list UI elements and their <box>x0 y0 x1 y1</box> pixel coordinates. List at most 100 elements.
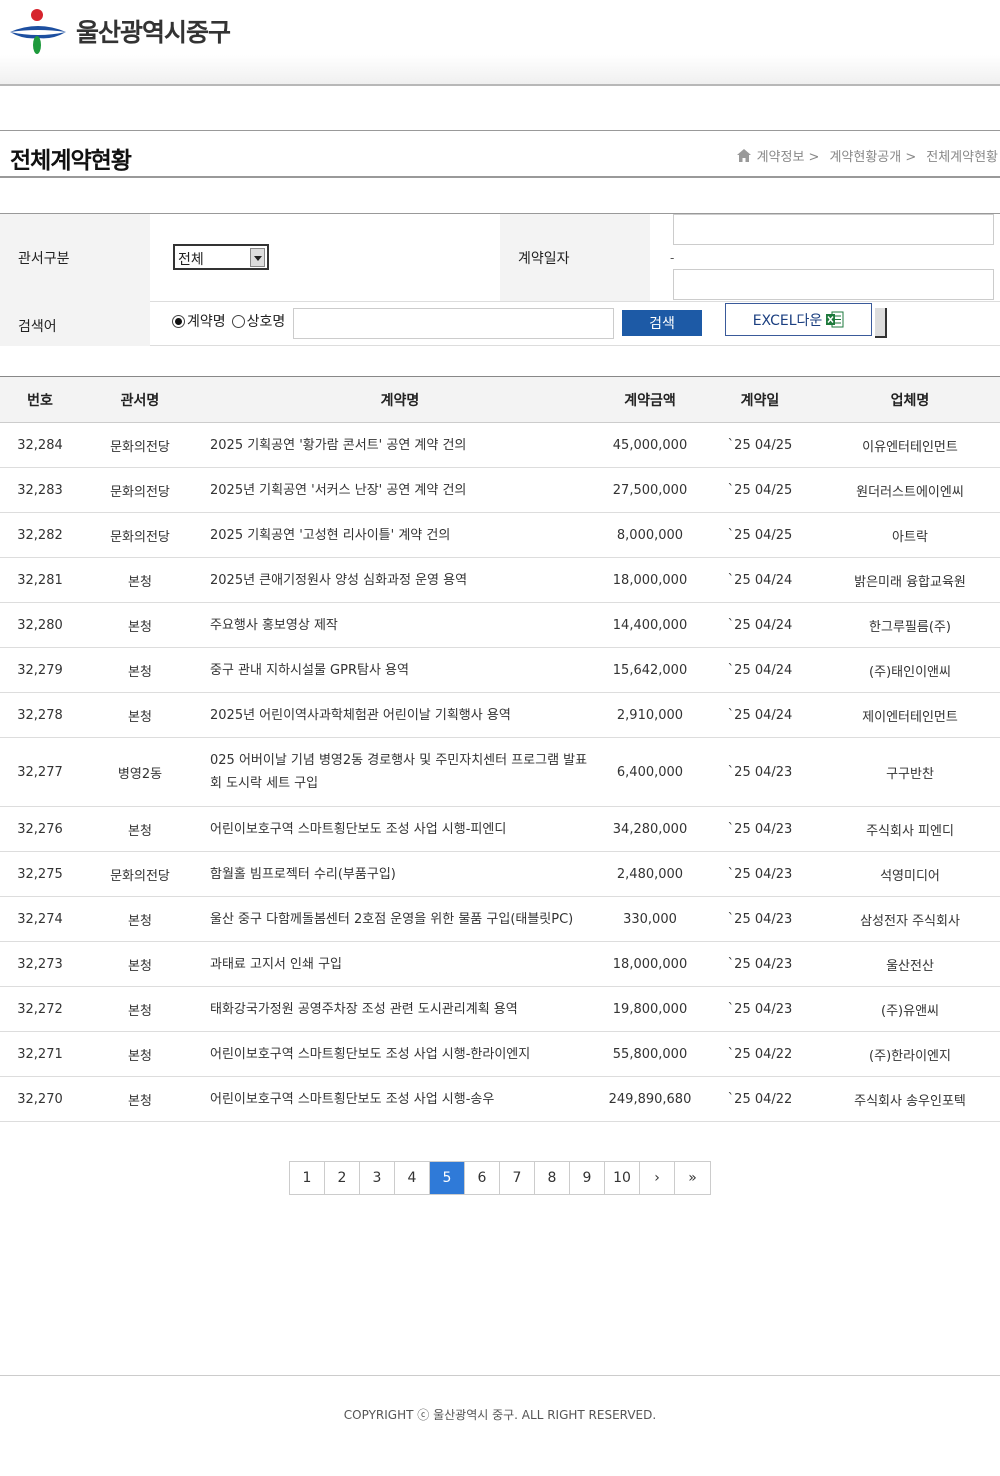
breadcrumb: 계약정보 > 계약현황공개 > 전체계약현황 <box>736 146 998 165</box>
cell-vendor: (주)태인이앤씨 <box>869 664 951 680</box>
breadcrumb-item-contract-info[interactable]: 계약정보 > <box>757 146 820 165</box>
keyword-label: 검색어 <box>0 301 150 346</box>
cell-no: 32,274 <box>17 911 63 927</box>
cell-vendor: 아트락 <box>892 529 928 545</box>
cell-contract-name[interactable]: 울산 중구 다함께돌봄센터 2호점 운영을 위한 물품 구입(태블릿PC) <box>200 897 600 941</box>
cell-vendor: 이유엔터테인먼트 <box>862 439 958 455</box>
cell-vendor: 주식회사 송우인포텍 <box>854 1093 966 1109</box>
cell-date: `25 04/25 <box>727 482 793 498</box>
cell-vendor: 제이엔터테인먼트 <box>862 709 958 725</box>
radio-vendor-name[interactable] <box>231 314 245 328</box>
table-row: 32,274 본청 울산 중구 다함께돌봄센터 2호점 운영을 위한 물품 구입(태… <box>0 897 1000 942</box>
home-icon[interactable] <box>736 149 751 162</box>
toolbar-stub <box>875 308 887 338</box>
cell-amount: 15,642,000 <box>612 662 688 678</box>
cell-contract-name[interactable]: 어린이보호구역 스마트횡단보도 조성 사업 시행-송우 <box>200 1077 600 1121</box>
site-footer: COPYRIGHT ⓒ 울산광역시 중구. ALL RIGHT RESERVED… <box>0 1375 1000 1476</box>
cell-amount: 18,000,000 <box>612 572 688 588</box>
table-body: 32,284 문화의전당 2025 기획공연 '황가람 콘서트' 공연 계약 건의 4… <box>0 423 1000 1122</box>
page-next-icon[interactable]: › <box>640 1162 675 1194</box>
chevron-down-icon[interactable] <box>250 248 265 267</box>
cell-no: 32,276 <box>17 821 63 837</box>
cell-office: 본청 <box>128 619 152 635</box>
cell-office: 본청 <box>128 1003 152 1019</box>
radio-contract-name-label[interactable]: 계약명 <box>187 311 226 331</box>
cell-date: `25 04/24 <box>727 662 793 678</box>
page-button-10[interactable]: 10 <box>605 1162 640 1194</box>
table-row: 32,279 본청 중구 관내 지하시설물 GPR탐사 용역 15,642,000 `2… <box>0 648 1000 693</box>
page-button-8[interactable]: 8 <box>535 1162 570 1194</box>
cell-contract-name[interactable]: 과태료 고지서 인쇄 구입 <box>200 942 600 986</box>
col-header-amount: 계약금액 <box>624 392 676 409</box>
page-button-7[interactable]: 7 <box>500 1162 535 1194</box>
cell-contract-name[interactable]: 주요행사 홍보영상 제작 <box>200 603 600 647</box>
breadcrumb-item-contract-disclosure[interactable]: 계약현황공개 > <box>829 146 916 165</box>
table-row: 32,278 본청 2025년 어린이역사과학체험관 어린이날 기획행사 용역 2,9… <box>0 693 1000 738</box>
cell-date: `25 04/22 <box>727 1046 793 1062</box>
breadcrumb-item-all-contracts[interactable]: 전체계약현황 <box>926 146 998 165</box>
cell-no: 32,282 <box>17 527 63 543</box>
page-button-4[interactable]: 4 <box>395 1162 430 1194</box>
cell-contract-name[interactable]: 2025 기획공연 '황가람 콘서트' 공연 계약 건의 <box>200 423 600 467</box>
site-logo-text[interactable]: 울산광역시중구 <box>76 13 231 49</box>
cell-contract-name[interactable]: 어린이보호구역 스마트횡단보도 조성 사업 시행-한라이엔지 <box>200 1032 600 1076</box>
cell-contract-name[interactable]: 2025년 큰애기정원사 양성 심화과정 운영 용역 <box>200 558 600 602</box>
table-row: 32,273 본청 과태료 고지서 인쇄 구입 18,000,000 `25 04/23… <box>0 942 1000 987</box>
cell-no: 32,278 <box>17 707 63 723</box>
keyword-input[interactable] <box>293 308 614 339</box>
cell-date: `25 04/23 <box>727 1001 793 1017</box>
table-row: 32,275 문화의전당 함월홀 빔프로젝터 수리(부품구입) 2,480,000 `2… <box>0 852 1000 897</box>
cell-amount: 14,400,000 <box>612 617 688 633</box>
page-button-6[interactable]: 6 <box>465 1162 500 1194</box>
page-button-3[interactable]: 3 <box>360 1162 395 1194</box>
cell-amount: 18,000,000 <box>612 956 688 972</box>
cell-contract-name[interactable]: 2025년 어린이역사과학체험관 어린이날 기획행사 용역 <box>200 693 600 737</box>
page-button-2[interactable]: 2 <box>325 1162 360 1194</box>
cell-vendor: 한그루필름(주) <box>869 619 951 635</box>
cell-contract-name[interactable]: 중구 관내 지하시설물 GPR탐사 용역 <box>200 648 600 692</box>
cell-contract-name[interactable]: 함월홀 빔프로젝터 수리(부품구입) <box>200 852 600 896</box>
col-header-name: 계약명 <box>380 392 420 409</box>
cell-date: `25 04/23 <box>727 911 793 927</box>
cell-office: 본청 <box>128 709 152 725</box>
table-row: 32,283 문화의전당 2025년 기획공연 '서커스 난장' 공연 계약 건의 2… <box>0 468 1000 513</box>
cell-no: 32,272 <box>17 1001 63 1017</box>
cell-vendor: (주)한라이엔지 <box>869 1048 951 1064</box>
cell-vendor: 주식회사 피엔디 <box>866 823 954 839</box>
site-header: 울산광역시중구 <box>0 0 1000 86</box>
excel-icon <box>826 311 844 328</box>
cell-contract-name[interactable]: 어린이보호구역 스마트횡단보도 조성 사업 시행-피엔디 <box>200 807 600 851</box>
page-button-5[interactable]: 5 <box>430 1162 465 1194</box>
radio-contract-name[interactable] <box>172 314 185 328</box>
cell-contract-name[interactable]: 2025 기획공연 '고성현 리사이틀' 계약 건의 <box>200 513 600 557</box>
search-button[interactable]: 검색 <box>622 310 702 336</box>
cell-contract-name[interactable]: 2025년 기획공연 '서커스 난장' 공연 계약 건의 <box>200 468 600 512</box>
search-type-radio-group: 계약명 상호명 <box>172 311 285 331</box>
cell-no: 32,273 <box>17 956 63 972</box>
ulsan-junggu-logo-icon[interactable] <box>8 8 68 56</box>
contract-date-label: 계약일자 <box>500 214 650 301</box>
cell-no: 32,283 <box>17 482 63 498</box>
cell-amount: 45,000,000 <box>612 437 688 453</box>
cell-date: `25 04/24 <box>727 617 793 633</box>
office-select[interactable]: 전체 <box>173 244 269 270</box>
table-row: 32,277 병영2동 025 어버이날 기념 병영2동 경로행사 및 주민자치센터… <box>0 738 1000 807</box>
date-start-input[interactable] <box>673 214 994 245</box>
cell-date: `25 04/23 <box>727 956 793 972</box>
cell-contract-name[interactable]: 025 어버이날 기념 병영2동 경로행사 및 주민자치센터 프로그램 발표회 … <box>200 738 600 806</box>
table-row: 32,271 본청 어린이보호구역 스마트횡단보도 조성 사업 시행-한라이엔지 55… <box>0 1032 1000 1077</box>
col-header-office: 관서명 <box>120 392 160 409</box>
page-last-icon[interactable]: » <box>675 1162 710 1194</box>
cell-office: 문화의전당 <box>110 868 170 884</box>
cell-vendor: 밝은미래 융합교육원 <box>854 574 966 590</box>
excel-download-button[interactable]: EXCEL다운 <box>725 303 872 336</box>
radio-vendor-name-label[interactable]: 상호명 <box>247 311 286 331</box>
contract-table: 번호 관서명 계약명 계약금액 계약일 업체명 32,284 문화의전당 2025 … <box>0 376 1000 1122</box>
page-button-9[interactable]: 9 <box>570 1162 605 1194</box>
cell-no: 32,279 <box>17 662 63 678</box>
cell-contract-name[interactable]: 태화강국가정원 공영주차장 조성 관련 도시관리계획 용역 <box>200 987 600 1031</box>
date-end-input[interactable] <box>673 269 994 300</box>
cell-office: 본청 <box>128 574 152 590</box>
cell-vendor: 울산전산 <box>886 958 934 974</box>
page-button-1[interactable]: 1 <box>290 1162 325 1194</box>
